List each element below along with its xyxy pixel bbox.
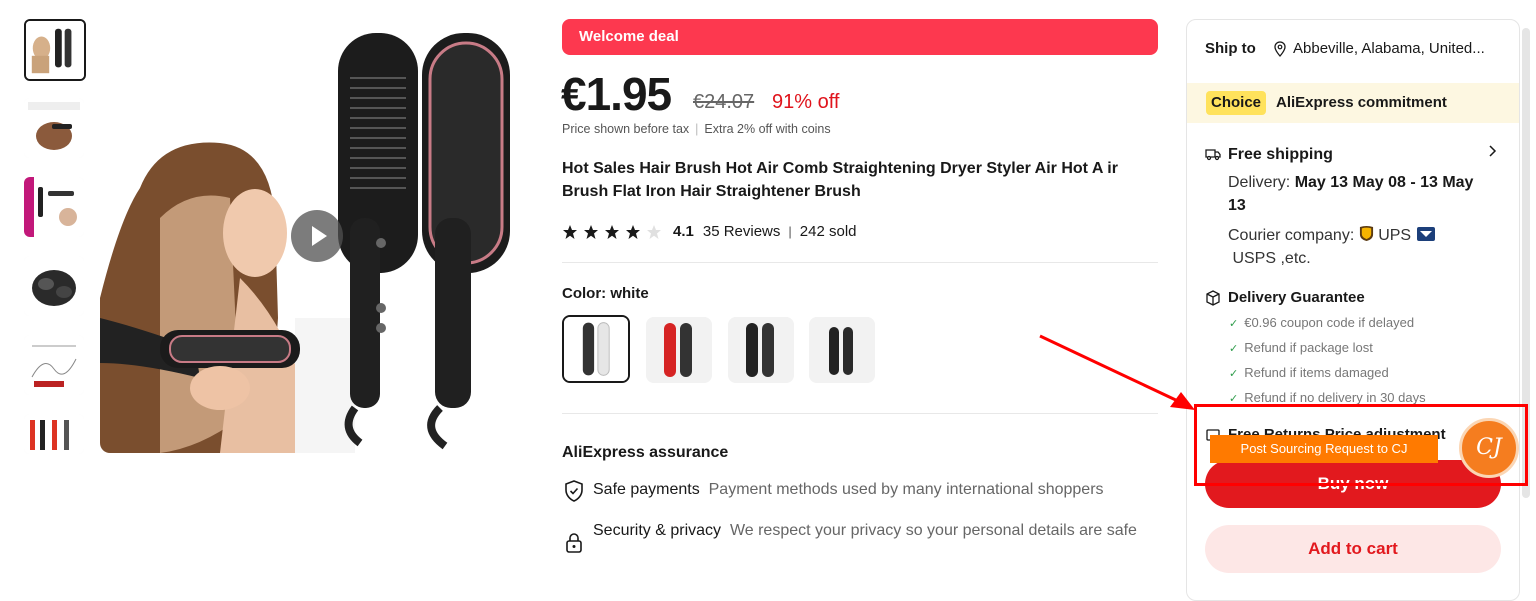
check-icon: ✓ (1229, 368, 1239, 380)
assurance-name: Safe payments (593, 481, 700, 498)
check-icon: ✓ (1229, 318, 1239, 330)
assurance-desc: We respect your privacy so your personal… (729, 522, 1137, 539)
product-title: Hot Sales Hair Brush Hot Air Comb Straig… (562, 160, 1118, 200)
commitment-label: AliExpress commitment (1276, 94, 1447, 111)
assurance-safe-payments: Safe payments Payment methods used by ma… (562, 479, 1162, 505)
truck-icon (1205, 149, 1221, 161)
post-sourcing-request-button[interactable]: Post Sourcing Request to CJ (1210, 435, 1438, 463)
play-icon (312, 226, 327, 246)
assurance-security-privacy: Security & privacy We respect your priva… (562, 519, 1162, 565)
thumbnail-3[interactable] (24, 177, 84, 237)
original-price: €24.07 (693, 91, 755, 113)
star-empty-icon (647, 225, 661, 239)
guarantee-item: ✓ €0.96 coupon code if delayed (1229, 315, 1415, 330)
courier-info: Courier company: UPS USPS ,etc. (1228, 224, 1488, 270)
discount-percent: 91% off (772, 91, 840, 113)
color-swatch-red[interactable] (646, 317, 712, 383)
current-price: €1.95 (561, 68, 672, 120)
star-filled-icon (563, 225, 577, 239)
cj-logo-button[interactable]: CJ (1459, 418, 1519, 478)
thumbnail-6[interactable] (24, 414, 84, 454)
choice-badge: Choice (1206, 91, 1267, 115)
star-filled-icon (584, 225, 598, 239)
chevron-right-icon[interactable] (1486, 144, 1498, 158)
welcome-deal-banner: Welcome deal (562, 19, 1158, 55)
courier-ups: UPS (1378, 227, 1412, 244)
check-icon: ✓ (1229, 343, 1239, 355)
sold-count: 242 sold (799, 223, 857, 240)
color-swatch-black-small[interactable] (809, 317, 875, 383)
coins-note: Extra 2% off with coins (704, 122, 831, 136)
thumbnail-4[interactable] (24, 256, 84, 316)
note-separator: | (695, 122, 699, 136)
free-shipping-title: Free shipping (1228, 146, 1333, 163)
package-icon (1206, 290, 1220, 306)
thumbnail-2[interactable] (24, 98, 84, 158)
color-label: Color: white (562, 285, 649, 302)
color-swatch-black[interactable] (728, 317, 794, 383)
thumbnail-1[interactable] (24, 19, 86, 81)
choice-commitment-bar[interactable]: Choice AliExpress commitment (1187, 83, 1519, 123)
guarantee-item: ✓ Refund if package lost (1229, 340, 1373, 355)
rating-row: 4.1 35 Reviews | 242 sold (562, 221, 857, 243)
shield-check-icon (565, 480, 583, 502)
tax-note: Price shown before tax (562, 122, 690, 136)
delivery-info: Delivery: May 13 May 08 - 13 May 13 (1228, 171, 1478, 217)
ups-logo-icon (1359, 226, 1373, 241)
rating-separator: | (788, 224, 792, 239)
ship-location-selector[interactable]: Abbeville, Alabama, United... (1293, 39, 1485, 59)
courier-label: Courier company: (1228, 227, 1355, 244)
red-arrow-annotation (1039, 334, 1195, 410)
play-video-button[interactable] (291, 210, 343, 262)
star-filled-icon (626, 225, 640, 239)
star-filled-icon (605, 225, 619, 239)
courier-usps: USPS ,etc. (1232, 250, 1311, 267)
ship-to-label: Ship to (1205, 40, 1256, 57)
color-swatch-white[interactable] (562, 315, 630, 383)
guarantee-item: ✓ Refund if items damaged (1229, 365, 1389, 380)
divider (562, 262, 1158, 263)
usps-logo-icon (1416, 227, 1435, 241)
purchase-panel: Ship to Abbeville, Alabama, United... Ch… (1186, 19, 1520, 601)
add-to-cart-button[interactable]: Add to cart (1205, 525, 1501, 573)
assurance-name: Security & privacy (593, 522, 722, 539)
price-note: Price shown before tax | Extra 2% off with… (562, 121, 831, 137)
assurance-title: AliExpress assurance (562, 444, 729, 461)
delivery-guarantee-title: Delivery Guarantee (1228, 289, 1365, 306)
lock-icon (566, 533, 582, 553)
thumbnail-5[interactable] (24, 335, 84, 395)
reviews-link[interactable]: 35 Reviews (703, 221, 781, 243)
assurance-desc: Payment methods used by many internation… (708, 481, 1104, 498)
delivery-label: Delivery: (1228, 174, 1291, 191)
rating-value: 4.1 (673, 223, 694, 240)
location-pin-icon (1274, 41, 1286, 57)
